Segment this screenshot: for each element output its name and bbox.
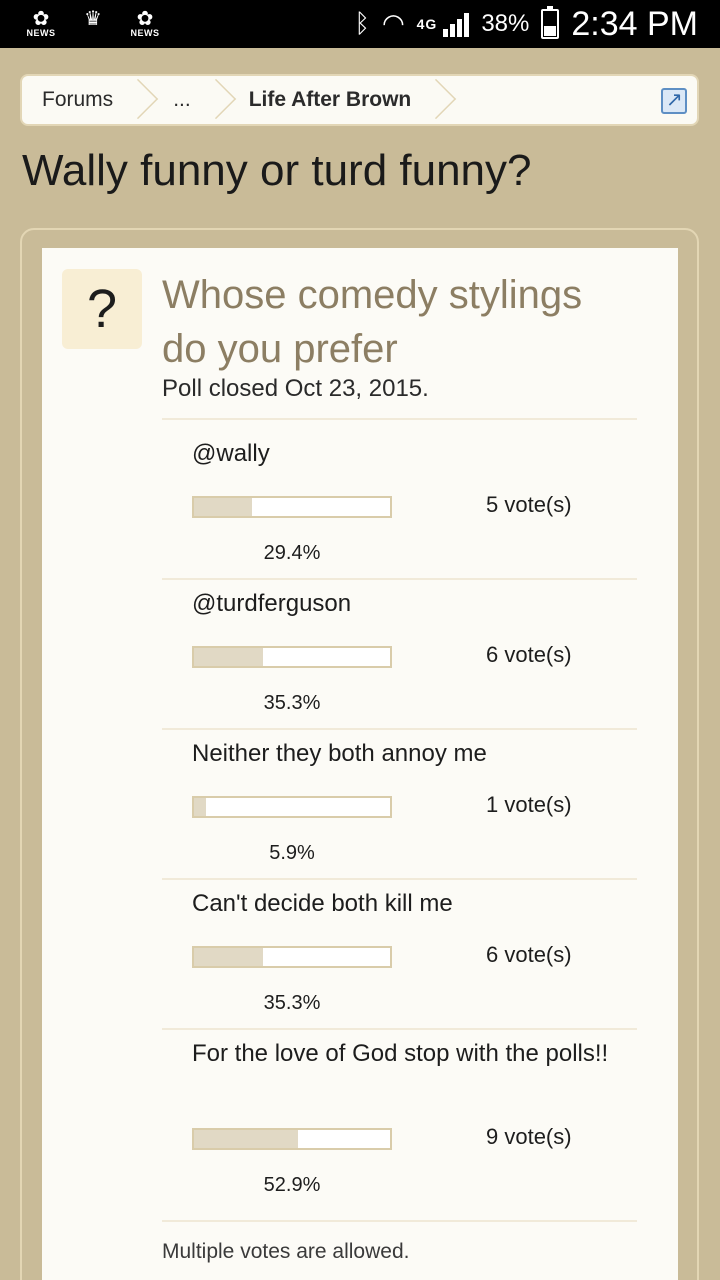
battery-percent: 38% <box>481 10 530 37</box>
poll-status: Poll closed Oct 23, 2015. <box>162 375 429 402</box>
breadcrumb-label: Life After Brown <box>248 88 412 111</box>
divider <box>162 1220 637 1222</box>
poll-result-bar <box>192 646 392 668</box>
signal-strength-icon <box>443 11 470 37</box>
poll-vote-count: 9 vote(s) <box>486 1124 572 1149</box>
poll-percentage: 52.9% <box>263 1174 321 1196</box>
chevron-right-icon <box>205 74 231 126</box>
nbc-news-icon-2: ✿ NEWS <box>128 8 162 38</box>
poll-percentage: 29.4% <box>263 542 321 564</box>
poll-footnote: Multiple votes are allowed. <box>162 1240 410 1263</box>
poll-option-label: Can't decide both kill me <box>192 890 453 917</box>
poll-option-label: @turdferguson <box>192 590 352 617</box>
network-type: 4G <box>416 16 438 32</box>
poll-result-bar <box>192 946 392 968</box>
poll-percentage: 35.3% <box>263 992 321 1014</box>
bluetooth-icon: ᛒ <box>354 9 370 39</box>
poll-result-bar <box>192 496 392 518</box>
divider <box>162 418 637 420</box>
page-title: Wally funny or turd funny? <box>22 146 532 195</box>
poll-result-bar <box>192 796 392 818</box>
breadcrumb-item-ellipsis[interactable]: ... <box>153 76 231 124</box>
wifi-icon: ◠ <box>381 9 405 39</box>
notification-icons: ✿ NEWS ♛ ✿ NEWS <box>24 8 162 38</box>
system-status: ᛒ ◠ 4G 38% 2:34 PM <box>354 0 698 48</box>
poll-vote-count: 6 vote(s) <box>486 942 572 967</box>
divider <box>162 1028 637 1030</box>
poll-question: Whose comedy stylings do you prefer <box>162 273 583 371</box>
peacock-glyph: ✿ <box>32 6 50 30</box>
external-link-icon[interactable] <box>661 87 687 114</box>
poll-option-label: For the love of God stop with the polls!… <box>192 1040 609 1067</box>
poll-result-fill <box>194 948 264 966</box>
poll-option-label: Neither they both annoy me <box>192 740 487 767</box>
tiara-app-icon: ♛ <box>76 8 110 38</box>
poll-vote-count: 1 vote(s) <box>486 792 572 817</box>
crown-glyph: ♛ <box>84 6 102 30</box>
chevron-right-icon <box>425 74 451 126</box>
divider <box>162 728 637 730</box>
breadcrumb-label: ... <box>173 88 191 111</box>
poll-result-fill <box>194 798 206 816</box>
nbc-news-icon: ✿ NEWS <box>24 8 58 38</box>
battery-icon <box>541 6 560 39</box>
poll-option-label: @wally <box>192 440 270 467</box>
divider <box>162 878 637 880</box>
poll-result-bar <box>192 1128 392 1150</box>
divider <box>162 578 637 580</box>
poll-result-fill <box>194 498 252 516</box>
poll-result-fill <box>194 1130 298 1148</box>
poll-vote-count: 5 vote(s) <box>486 492 572 517</box>
clock: 2:34 PM <box>571 4 698 43</box>
breadcrumb-label: Forums <box>42 88 114 111</box>
notification-caption: NEWS <box>130 28 160 38</box>
notification-caption: NEWS <box>26 28 56 38</box>
poll-percentage: 5.9% <box>269 842 315 864</box>
poll-vote-count: 6 vote(s) <box>486 642 572 667</box>
question-mark-icon: ? <box>62 269 142 349</box>
peacock-glyph: ✿ <box>136 6 154 30</box>
breadcrumb-item-forums[interactable]: Forums <box>22 76 153 124</box>
status-bar: ✿ NEWS ♛ ✿ NEWS ᛒ ◠ 4G 38% 2:34 PM <box>0 0 720 48</box>
poll-result-fill <box>194 648 264 666</box>
breadcrumb: Forums ... Life After Brown <box>20 74 699 126</box>
chevron-right-icon <box>127 74 153 126</box>
breadcrumb-item-life-after-brown[interactable]: Life After Brown <box>231 76 452 124</box>
poll-percentage: 35.3% <box>263 692 321 714</box>
